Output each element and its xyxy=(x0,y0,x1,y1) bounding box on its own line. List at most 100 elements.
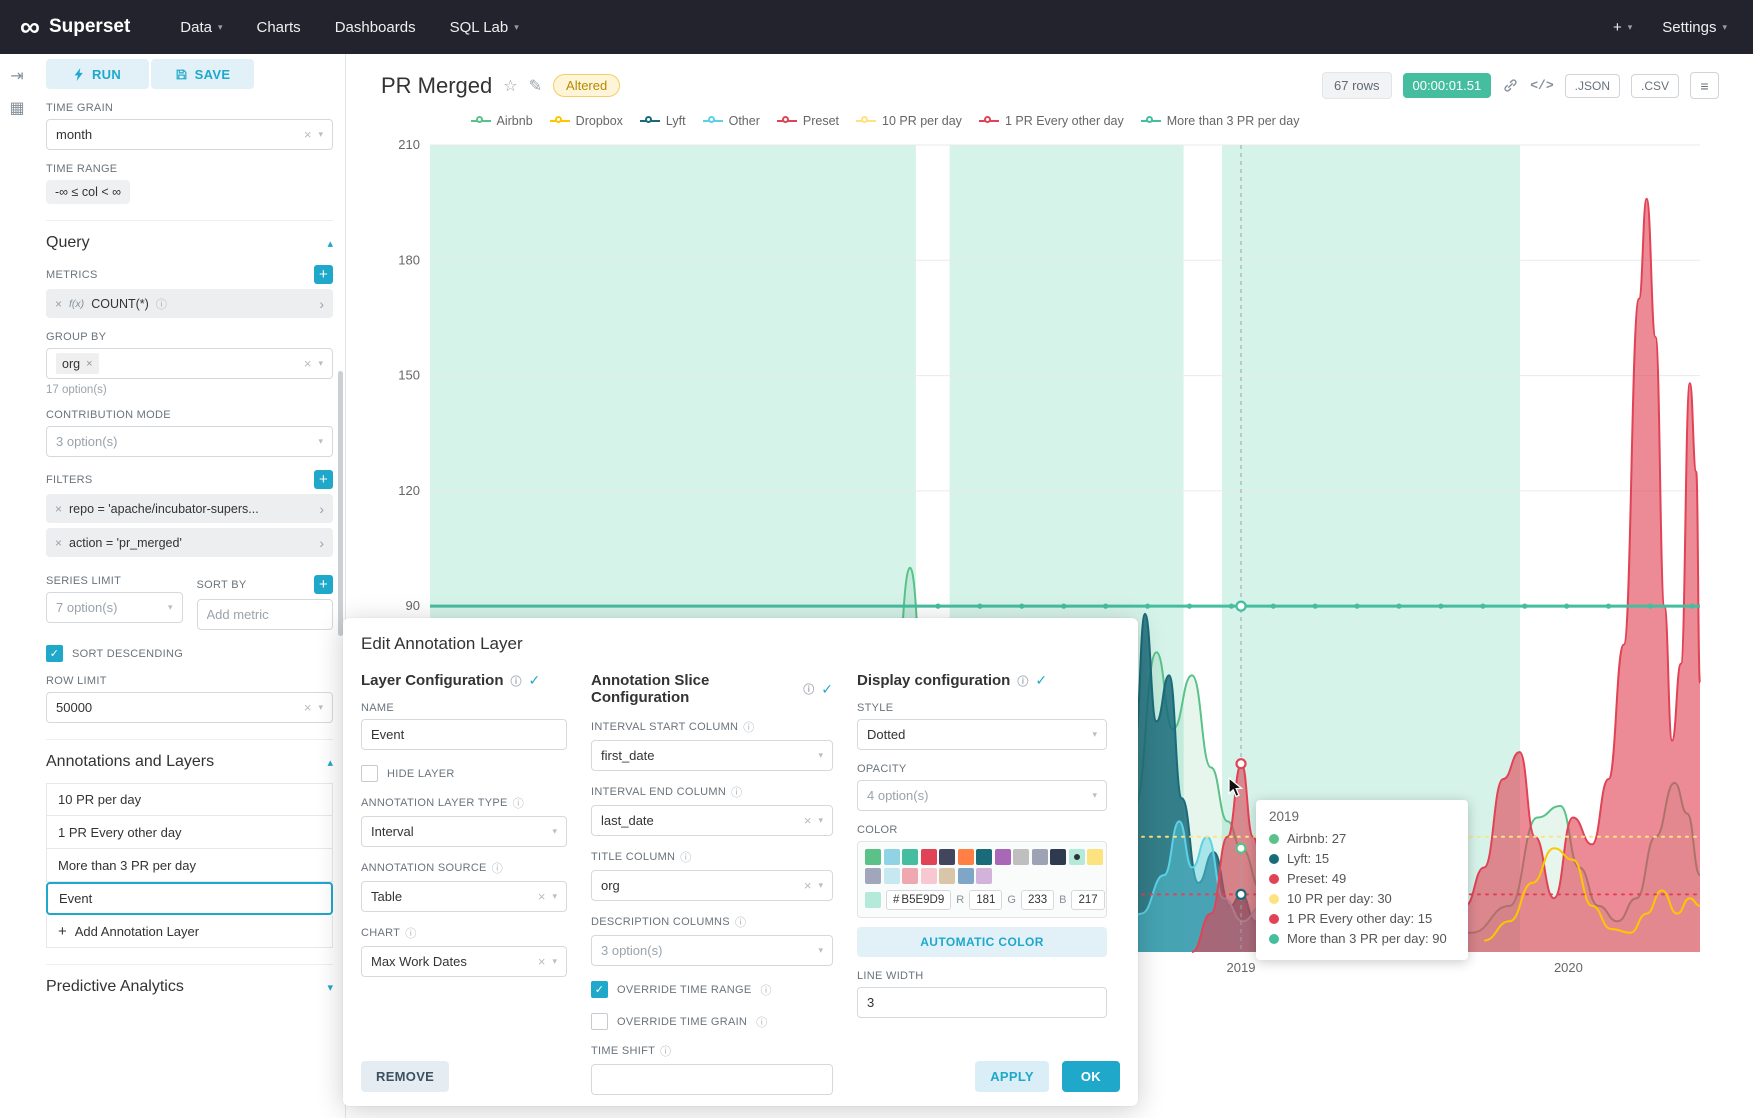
sort-by-select[interactable]: Add metric xyxy=(197,599,334,630)
color-swatch[interactable] xyxy=(884,849,900,865)
panel-scrollbar[interactable] xyxy=(338,371,343,636)
annotation-layer-item[interactable]: 1 PR Every other day xyxy=(46,816,333,849)
interval-end-column-select[interactable]: last_date × ▾ xyxy=(591,805,833,836)
hex-input[interactable]: # B5E9D9 xyxy=(886,890,951,910)
superset-logo[interactable]: ∞ Superset xyxy=(20,13,130,41)
clear-icon[interactable]: × xyxy=(538,889,546,904)
color-swatch[interactable] xyxy=(884,868,900,884)
color-swatch[interactable] xyxy=(958,868,974,884)
nav-item-dashboards[interactable]: Dashboards xyxy=(335,19,416,36)
annotations-section-header[interactable]: Annotations and Layers ▴ xyxy=(46,739,333,771)
chart-select[interactable]: Max Work Dates × ▾ xyxy=(361,946,567,977)
style-select[interactable]: Dotted ▾ xyxy=(857,719,1107,750)
info-icon[interactable]: ⓘ xyxy=(405,925,416,941)
color-swatch[interactable] xyxy=(1032,849,1048,865)
name-input[interactable] xyxy=(361,719,567,750)
add-sort-metric-plus-button[interactable]: + xyxy=(314,575,333,594)
json-export-button[interactable]: .JSON xyxy=(1565,74,1620,98)
info-icon[interactable]: ⓘ xyxy=(1017,673,1028,689)
hide-layer-checkbox[interactable] xyxy=(361,765,378,782)
annotation-source-select[interactable]: Table × ▾ xyxy=(361,881,567,912)
clear-icon[interactable]: × xyxy=(538,954,546,969)
color-swatch[interactable] xyxy=(1013,849,1029,865)
legend-item[interactable]: Airbnb xyxy=(471,114,533,128)
color-swatch[interactable] xyxy=(921,868,937,884)
color-swatch[interactable] xyxy=(1069,849,1085,865)
info-icon[interactable]: ⓘ xyxy=(803,681,814,697)
legend-item[interactable]: Dropbox xyxy=(550,114,623,128)
red-input[interactable]: 181 xyxy=(969,890,1002,910)
time-range-value[interactable]: -∞ ≤ col < ∞ xyxy=(46,180,130,204)
save-button[interactable]: SAVE xyxy=(151,59,254,89)
collapse-panel-icon[interactable]: ⇥ xyxy=(10,66,23,86)
remove-icon[interactable]: × xyxy=(55,502,62,516)
color-swatch[interactable] xyxy=(921,849,937,865)
predictive-analytics-section-header[interactable]: Predictive Analytics ▾ xyxy=(46,964,333,996)
color-swatch[interactable] xyxy=(1050,849,1066,865)
green-input[interactable]: 233 xyxy=(1021,890,1054,910)
override-time-range-checkbox[interactable]: ✓ xyxy=(591,981,608,998)
run-button[interactable]: RUN xyxy=(46,59,149,89)
filter-pill[interactable]: ×action = 'pr_merged'› xyxy=(46,528,333,557)
star-icon[interactable]: ☆ xyxy=(503,76,517,96)
group-by-select[interactable]: org × × ▾ xyxy=(46,348,333,379)
info-icon[interactable]: ⓘ xyxy=(735,914,746,930)
legend-item[interactable]: 1 PR Every other day xyxy=(979,114,1124,128)
clear-icon[interactable]: × xyxy=(304,356,312,371)
nav-add-button[interactable]: + ▾ xyxy=(1613,19,1632,36)
apply-button[interactable]: APPLY xyxy=(975,1061,1049,1092)
annotation-layer-item[interactable]: 10 PR per day xyxy=(46,783,333,816)
line-width-input[interactable] xyxy=(857,987,1107,1018)
color-swatch[interactable] xyxy=(902,849,918,865)
legend-item[interactable]: Lyft xyxy=(640,114,686,128)
info-icon[interactable]: ⓘ xyxy=(743,719,754,735)
color-swatch[interactable] xyxy=(902,868,918,884)
legend-item[interactable]: Other xyxy=(703,114,760,128)
color-swatch[interactable] xyxy=(976,849,992,865)
color-swatch[interactable] xyxy=(958,849,974,865)
info-icon[interactable]: ⓘ xyxy=(760,982,771,998)
remove-icon[interactable]: × xyxy=(86,358,92,370)
clear-icon[interactable]: × xyxy=(304,127,312,142)
info-icon[interactable]: ⓘ xyxy=(660,1043,671,1059)
group-by-chip[interactable]: org × xyxy=(56,353,99,374)
color-swatch[interactable] xyxy=(976,868,992,884)
color-swatch[interactable] xyxy=(939,849,955,865)
override-time-grain-checkbox[interactable] xyxy=(591,1013,608,1030)
info-icon[interactable]: ⓘ xyxy=(511,673,522,689)
color-swatch[interactable] xyxy=(1087,849,1103,865)
legend-item[interactable]: More than 3 PR per day xyxy=(1141,114,1300,128)
link-icon[interactable] xyxy=(1502,77,1519,94)
blue-input[interactable]: 217 xyxy=(1071,890,1104,910)
menu-icon[interactable]: ≡ xyxy=(1690,72,1719,99)
contribution-mode-select[interactable]: 3 option(s) ▾ xyxy=(46,426,333,457)
color-swatch[interactable] xyxy=(939,868,955,884)
description-columns-select[interactable]: 3 option(s) ▾ xyxy=(591,935,833,966)
add-filter-plus-button[interactable]: + xyxy=(314,470,333,489)
nav-item-charts[interactable]: Charts xyxy=(257,19,301,36)
color-swatch[interactable] xyxy=(995,849,1011,865)
remove-icon[interactable]: × xyxy=(55,297,62,311)
automatic-color-button[interactable]: AUTOMATIC COLOR xyxy=(857,927,1107,957)
sort-descending-checkbox[interactable]: ✓ xyxy=(46,645,63,662)
clear-icon[interactable]: × xyxy=(804,878,812,893)
color-swatch[interactable] xyxy=(865,868,881,884)
filter-pill[interactable]: ×repo = 'apache/incubator-supers...› xyxy=(46,494,333,523)
annotation-layer-type-select[interactable]: Interval ▾ xyxy=(361,816,567,847)
info-icon[interactable]: ⓘ xyxy=(492,860,503,876)
remove-button[interactable]: REMOVE xyxy=(361,1061,449,1092)
nav-settings[interactable]: Settings ▾ xyxy=(1662,19,1727,36)
csv-export-button[interactable]: .CSV xyxy=(1631,74,1679,98)
opacity-select[interactable]: 4 option(s) ▾ xyxy=(857,780,1107,811)
annotation-layer-item[interactable]: Event xyxy=(46,882,333,915)
add-annotation-layer-button[interactable]: +Add Annotation Layer xyxy=(46,915,333,948)
info-icon[interactable]: ⓘ xyxy=(680,849,691,865)
legend-item[interactable]: Preset xyxy=(777,114,839,128)
info-icon[interactable]: ⓘ xyxy=(756,1014,767,1030)
title-column-select[interactable]: org × ▾ xyxy=(591,870,833,901)
info-icon[interactable]: ⓘ xyxy=(156,296,167,312)
time-grain-select[interactable]: month × ▾ xyxy=(46,119,333,150)
nav-item-data[interactable]: Data▾ xyxy=(180,19,222,36)
info-icon[interactable]: ⓘ xyxy=(513,795,524,811)
clear-icon[interactable]: × xyxy=(804,813,812,828)
